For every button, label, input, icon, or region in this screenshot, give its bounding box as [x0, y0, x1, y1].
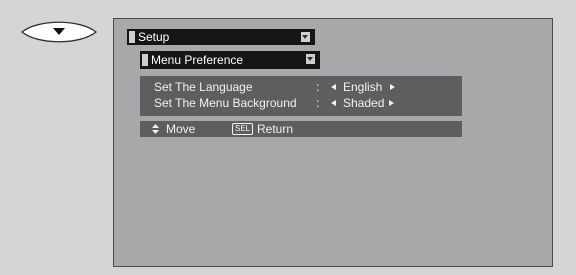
dropdown-arrow-icon[interactable]: [306, 54, 315, 64]
menu-marker-icon: [142, 54, 148, 66]
status-bar: Move SEL Return: [140, 121, 462, 137]
tv-screen: Setup Menu Preference Set The Language :…: [113, 18, 553, 267]
return-label: Return: [257, 122, 294, 136]
option-label: Set The Menu Background: [154, 96, 297, 110]
option-value: Shaded: [343, 96, 385, 110]
left-arrow-icon[interactable]: [331, 100, 336, 106]
down-arrow-button-icon[interactable]: [20, 18, 98, 46]
left-arrow-icon[interactable]: [331, 84, 336, 90]
colon-separator: :: [316, 96, 320, 110]
colon-separator: :: [316, 80, 320, 94]
move-label: Move: [166, 122, 196, 136]
menu-marker-icon: [129, 31, 135, 43]
options-panel: Set The Language : English Set The Menu …: [140, 76, 462, 116]
up-down-arrow-icon: [152, 124, 159, 134]
menu-preference-title: Menu Preference: [151, 53, 244, 67]
dropdown-arrow-icon[interactable]: [301, 32, 310, 42]
right-arrow-icon[interactable]: [389, 100, 394, 106]
sel-key-icon: SEL: [232, 123, 254, 135]
option-value: English: [343, 80, 383, 94]
right-arrow-icon[interactable]: [390, 84, 395, 90]
menu-preference-bar[interactable]: Menu Preference: [140, 51, 320, 69]
option-label: Set The Language: [154, 80, 253, 94]
setup-menu-bar[interactable]: Setup: [127, 29, 315, 45]
setup-menu-title: Setup: [138, 30, 170, 44]
